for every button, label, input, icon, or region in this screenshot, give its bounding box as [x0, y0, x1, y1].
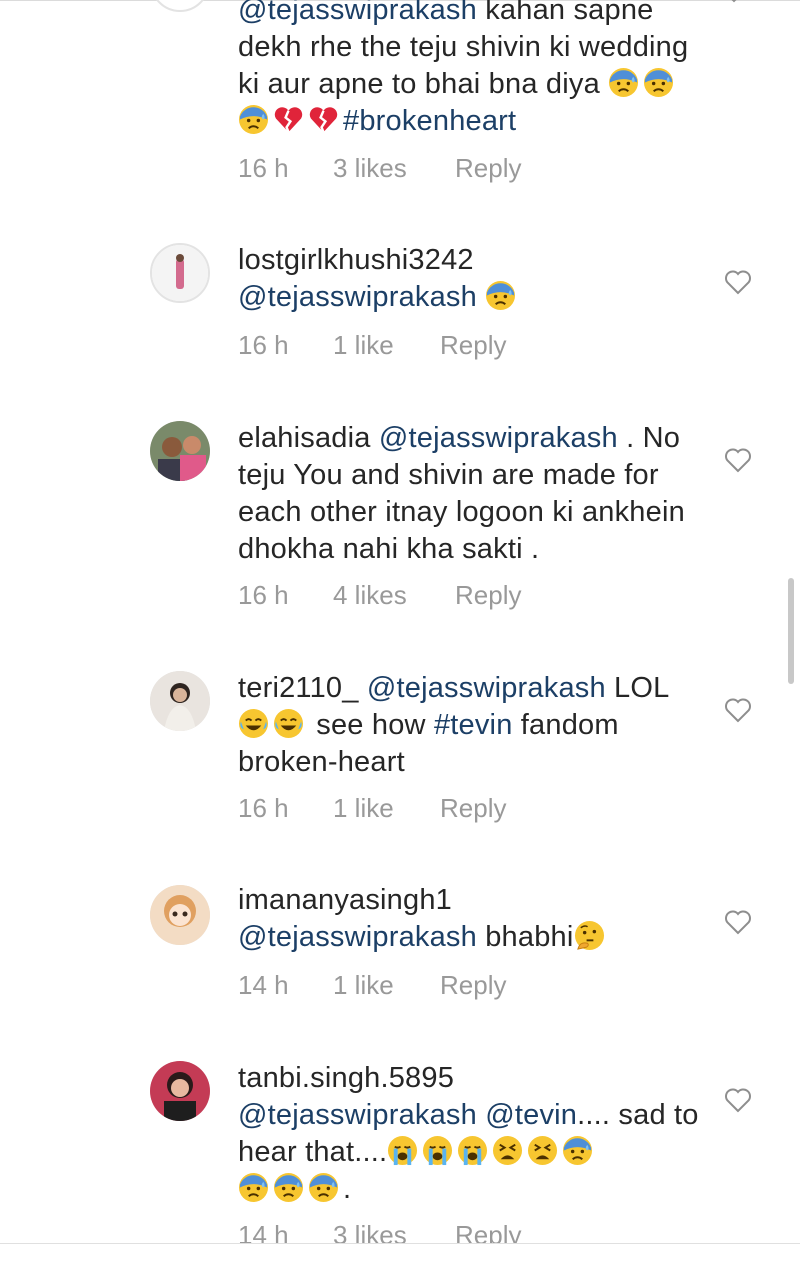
sad-sweat-emoji: [643, 67, 674, 98]
comment-meta: 16 h 1 like Reply: [238, 330, 506, 361]
tired-emoji: [527, 1135, 558, 1166]
mention-link[interactable]: @tejasswiprakash: [379, 422, 618, 454]
heart-outline-icon[interactable]: [724, 909, 752, 935]
sad-sweat-emoji: [238, 104, 269, 135]
avatar[interactable]: [150, 1061, 210, 1121]
crying-emoji: [422, 1135, 453, 1166]
comment-meta: 16 h 4 likes Reply: [238, 580, 521, 611]
likes-count[interactable]: 4 likes: [333, 580, 455, 611]
tired-emoji: [492, 1135, 523, 1166]
heart-outline-icon[interactable]: [724, 447, 752, 473]
comment-text: elahisadia @tejasswiprakash . No teju Yo…: [238, 420, 708, 568]
mention-link[interactable]: @tejasswiprakash: [238, 1099, 477, 1131]
avatar[interactable]: [150, 671, 210, 731]
reply-button[interactable]: Reply: [440, 970, 506, 1001]
comment-text: @tejasswiprakash kahan sapne dekh rhe th…: [238, 0, 708, 140]
username[interactable]: teri2110_: [238, 672, 359, 704]
timestamp: 16 h: [238, 330, 289, 360]
mention-link[interactable]: @tejasswiprakash: [238, 921, 477, 953]
mention-link[interactable]: @tejasswiprakash: [238, 0, 477, 26]
joy-emoji: [273, 708, 304, 739]
avatar-image: [152, 245, 208, 301]
mention-link[interactable]: @tevin: [485, 1099, 577, 1131]
scrollbar[interactable]: [788, 578, 794, 684]
likes-count[interactable]: 1 like: [333, 330, 440, 361]
sad-sweat-emoji: [608, 67, 639, 98]
heart-outline-icon[interactable]: [724, 697, 752, 723]
sad-sweat-emoji: [562, 1135, 593, 1166]
joy-emoji: [238, 708, 269, 739]
avatar-image: [150, 671, 210, 731]
reply-button[interactable]: Reply: [440, 330, 506, 361]
crying-emoji: [457, 1135, 488, 1166]
broken-heart-emoji: [273, 104, 304, 135]
avatar-image: [150, 1061, 210, 1121]
avatar-image: [150, 885, 210, 945]
crying-emoji: [387, 1135, 418, 1166]
reply-button[interactable]: Reply: [455, 580, 521, 611]
comment-body: see how: [308, 709, 434, 741]
avatar[interactable]: [150, 0, 210, 12]
comment-text: lostgirlkhushi3242 @tejasswiprakash: [238, 242, 708, 316]
chevron-down-icon[interactable]: [726, 0, 742, 8]
avatar[interactable]: [150, 243, 210, 303]
comment-body: LOL: [605, 672, 670, 704]
hashtag-link[interactable]: #tevin: [434, 709, 513, 741]
comment-text: teri2110_ @tejasswiprakash LOL see how #…: [238, 670, 708, 781]
timestamp: 16 h: [238, 793, 289, 823]
comment-meta: 16 h 3 likes Reply: [238, 153, 521, 184]
sad-sweat-emoji: [273, 1172, 304, 1203]
username[interactable]: elahisadia: [238, 422, 371, 454]
comment-body: bhabhi: [485, 921, 574, 953]
reply-button[interactable]: Reply: [440, 793, 506, 824]
sad-sweat-emoji: [485, 280, 516, 311]
thinking-emoji: [574, 920, 605, 951]
timestamp: 14 h: [238, 970, 289, 1000]
avatar[interactable]: [150, 421, 210, 481]
comment-text: imananyasingh1 @tejasswiprakash bhabhi: [238, 882, 708, 956]
username[interactable]: lostgirlkhushi3242: [238, 242, 708, 279]
broken-heart-emoji: [308, 104, 339, 135]
mention-link[interactable]: @tejasswiprakash: [367, 672, 606, 704]
sad-sweat-emoji: [238, 1172, 269, 1203]
likes-count[interactable]: 1 like: [333, 793, 440, 824]
sad-sweat-emoji: [308, 1172, 339, 1203]
likes-count[interactable]: 3 likes: [333, 153, 455, 184]
timestamp: 16 h: [238, 580, 289, 610]
comment-meta: 14 h 1 like Reply: [238, 970, 506, 1001]
bottom-bar: [0, 1243, 800, 1268]
username[interactable]: tanbi.singh.5895: [238, 1060, 708, 1097]
comment-text: tanbi.singh.5895 @tejasswiprakash @tevin…: [238, 1060, 708, 1208]
mention-link[interactable]: @tejasswiprakash: [238, 281, 477, 313]
comment-meta: 16 h 1 like Reply: [238, 793, 506, 824]
comment-body: .: [343, 1173, 352, 1205]
heart-outline-icon[interactable]: [724, 269, 752, 295]
hashtag-link[interactable]: #brokenheart: [343, 105, 516, 137]
avatar-image: [150, 421, 210, 481]
heart-outline-icon[interactable]: [724, 1087, 752, 1113]
avatar[interactable]: [150, 885, 210, 945]
timestamp: 16 h: [238, 153, 289, 183]
username[interactable]: imananyasingh1: [238, 882, 708, 919]
reply-button[interactable]: Reply: [455, 153, 521, 184]
likes-count[interactable]: 1 like: [333, 970, 440, 1001]
